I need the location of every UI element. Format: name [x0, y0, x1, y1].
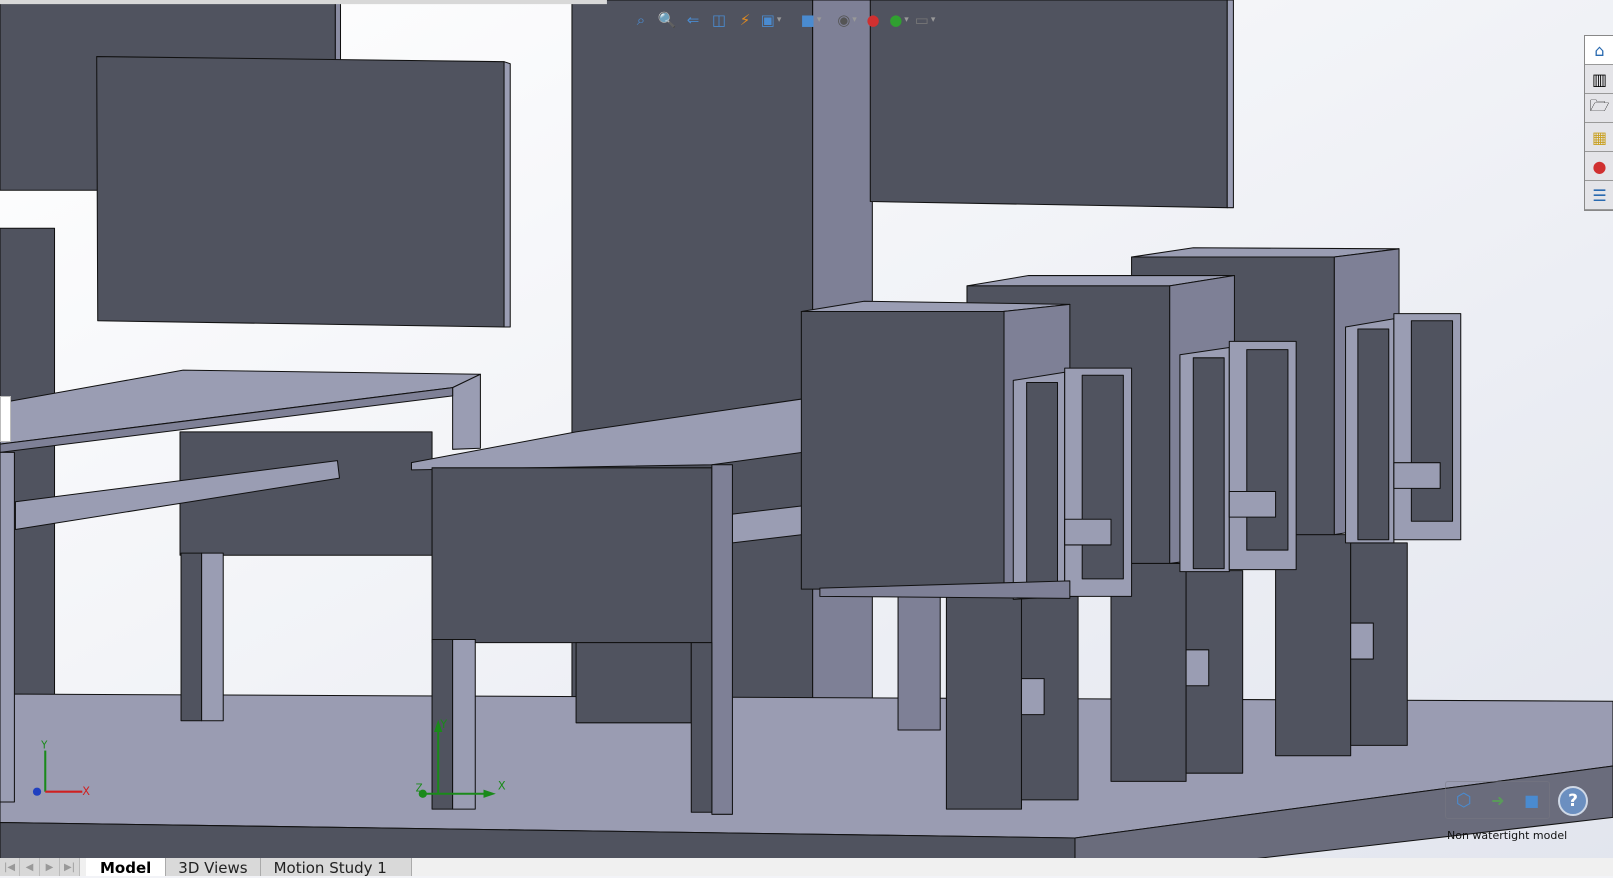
- previous-tab-button[interactable]: ◀: [20, 858, 40, 876]
- appearances-icon[interactable]: ●: [1585, 152, 1613, 181]
- arrow-right-icon: ➜: [1491, 790, 1505, 810]
- last-tab-button[interactable]: ▶|: [60, 858, 80, 876]
- dynamic-annotation-icon[interactable]: ⚡: [734, 9, 756, 31]
- view-settings-icon[interactable]: ▭: [914, 9, 936, 31]
- help-button[interactable]: ?: [1558, 786, 1588, 816]
- hide-show-items-icon[interactable]: ◉: [836, 9, 858, 31]
- bottom-tab-bar: |◀ ◀ ▶ ▶| Model 3D Views Motion Study 1: [0, 858, 1613, 877]
- previous-view-icon[interactable]: ⇐: [682, 9, 704, 31]
- zoom-to-area-icon[interactable]: 🔍: [656, 9, 678, 31]
- watertight-status: Non watertight model: [1447, 829, 1568, 842]
- whiteboard: [96, 56, 505, 328]
- tab-motion-study-1[interactable]: Motion Study 1: [260, 858, 412, 877]
- apply-scene-icon[interactable]: ●: [888, 9, 910, 31]
- axis-label-z: Z: [416, 783, 423, 795]
- tab-3d-views[interactable]: 3D Views: [166, 858, 261, 877]
- task-pane-tabs: ⌂ ▥ 🗁 ▦ ● ☰: [1584, 35, 1613, 211]
- view-palette-icon[interactable]: ▦: [1585, 123, 1613, 152]
- view-orientation-icon[interactable]: ▣: [760, 9, 782, 31]
- svg-text:X: X: [498, 780, 506, 793]
- custom-properties-icon[interactable]: ☰: [1585, 181, 1613, 210]
- zoom-to-fit-icon[interactable]: ⌕: [630, 9, 652, 31]
- svg-text:Y: Y: [439, 718, 447, 731]
- next-tab-button[interactable]: ▶: [40, 858, 60, 876]
- home-icon[interactable]: ⌂: [1585, 36, 1613, 65]
- first-tab-button[interactable]: |◀: [0, 858, 20, 876]
- edit-appearance-icon[interactable]: ●: [862, 9, 884, 31]
- heads-up-view-toolbar: ⌕ 🔍 ⇐ ◫ ⚡ ▣ ■ ◉ ● ● ▭: [630, 4, 936, 36]
- axis-label-y: Y: [40, 740, 48, 752]
- graphics-area[interactable]: Y X Y X Z: [0, 0, 1613, 876]
- display-style-icon[interactable]: ■: [800, 9, 822, 31]
- axis-label-x: X: [82, 785, 90, 798]
- tab-model[interactable]: Model: [86, 858, 167, 877]
- feature-tree-toggle[interactable]: [0, 396, 11, 442]
- file-explorer-icon[interactable]: 🗁: [1585, 94, 1613, 123]
- section-view-icon[interactable]: ◫: [708, 9, 730, 31]
- cube-outline-icon: ⬡: [1455, 789, 1472, 811]
- cube-icon: ■: [1524, 790, 1540, 810]
- design-library-icon[interactable]: ▥: [1585, 65, 1613, 94]
- watertight-indicator: ⬡ ➜ ■: [1445, 781, 1550, 819]
